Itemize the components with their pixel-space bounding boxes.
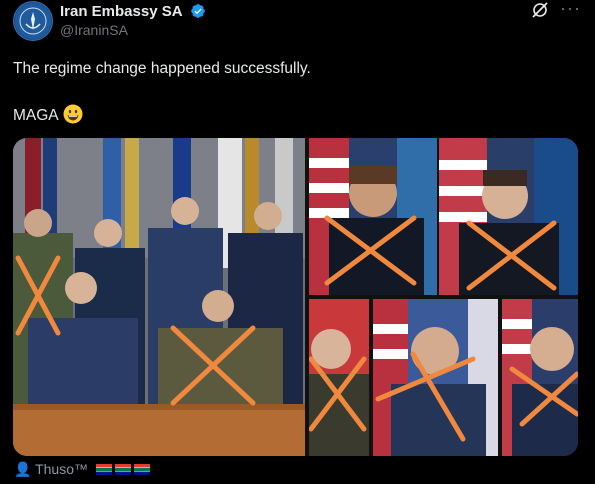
media-photo-5[interactable] xyxy=(373,299,498,456)
verified-badge-icon xyxy=(191,4,206,18)
more-icon[interactable]: ··· xyxy=(560,0,581,19)
portrait-image-6 xyxy=(502,299,578,456)
media-photo-2[interactable] xyxy=(309,138,437,295)
post-text-2: MAGA xyxy=(13,104,83,125)
group-photo-image xyxy=(13,138,305,456)
post-footer: 👤 Thuso™ xyxy=(14,461,153,478)
portrait-image-4 xyxy=(309,299,369,456)
embassy-logo xyxy=(15,3,51,39)
post-media-grid[interactable] xyxy=(13,138,578,456)
media-photo-4[interactable] xyxy=(309,299,369,456)
grinning-face-emoji xyxy=(63,104,83,124)
author-name-text[interactable]: Iran Embassy SA xyxy=(60,3,182,20)
media-photo-group[interactable] xyxy=(13,138,305,456)
footer-label[interactable]: Thuso™ xyxy=(35,461,88,477)
post-text: The regime change happened successfully. xyxy=(13,60,311,77)
south-africa-flags-icon xyxy=(95,461,153,477)
portrait-image-2 xyxy=(309,138,437,295)
media-photo-6[interactable] xyxy=(502,299,578,456)
post-text-2-label: MAGA xyxy=(13,107,58,124)
author-handle[interactable]: @IraninSA xyxy=(60,22,128,38)
portrait-image-5 xyxy=(373,299,498,456)
person-icon: 👤 xyxy=(14,461,32,477)
author-name[interactable]: Iran Embassy SA xyxy=(60,3,206,20)
media-photo-3[interactable] xyxy=(439,138,578,295)
grok-icon[interactable] xyxy=(530,0,550,20)
author-avatar[interactable] xyxy=(13,1,53,41)
portrait-image-3 xyxy=(439,138,578,295)
